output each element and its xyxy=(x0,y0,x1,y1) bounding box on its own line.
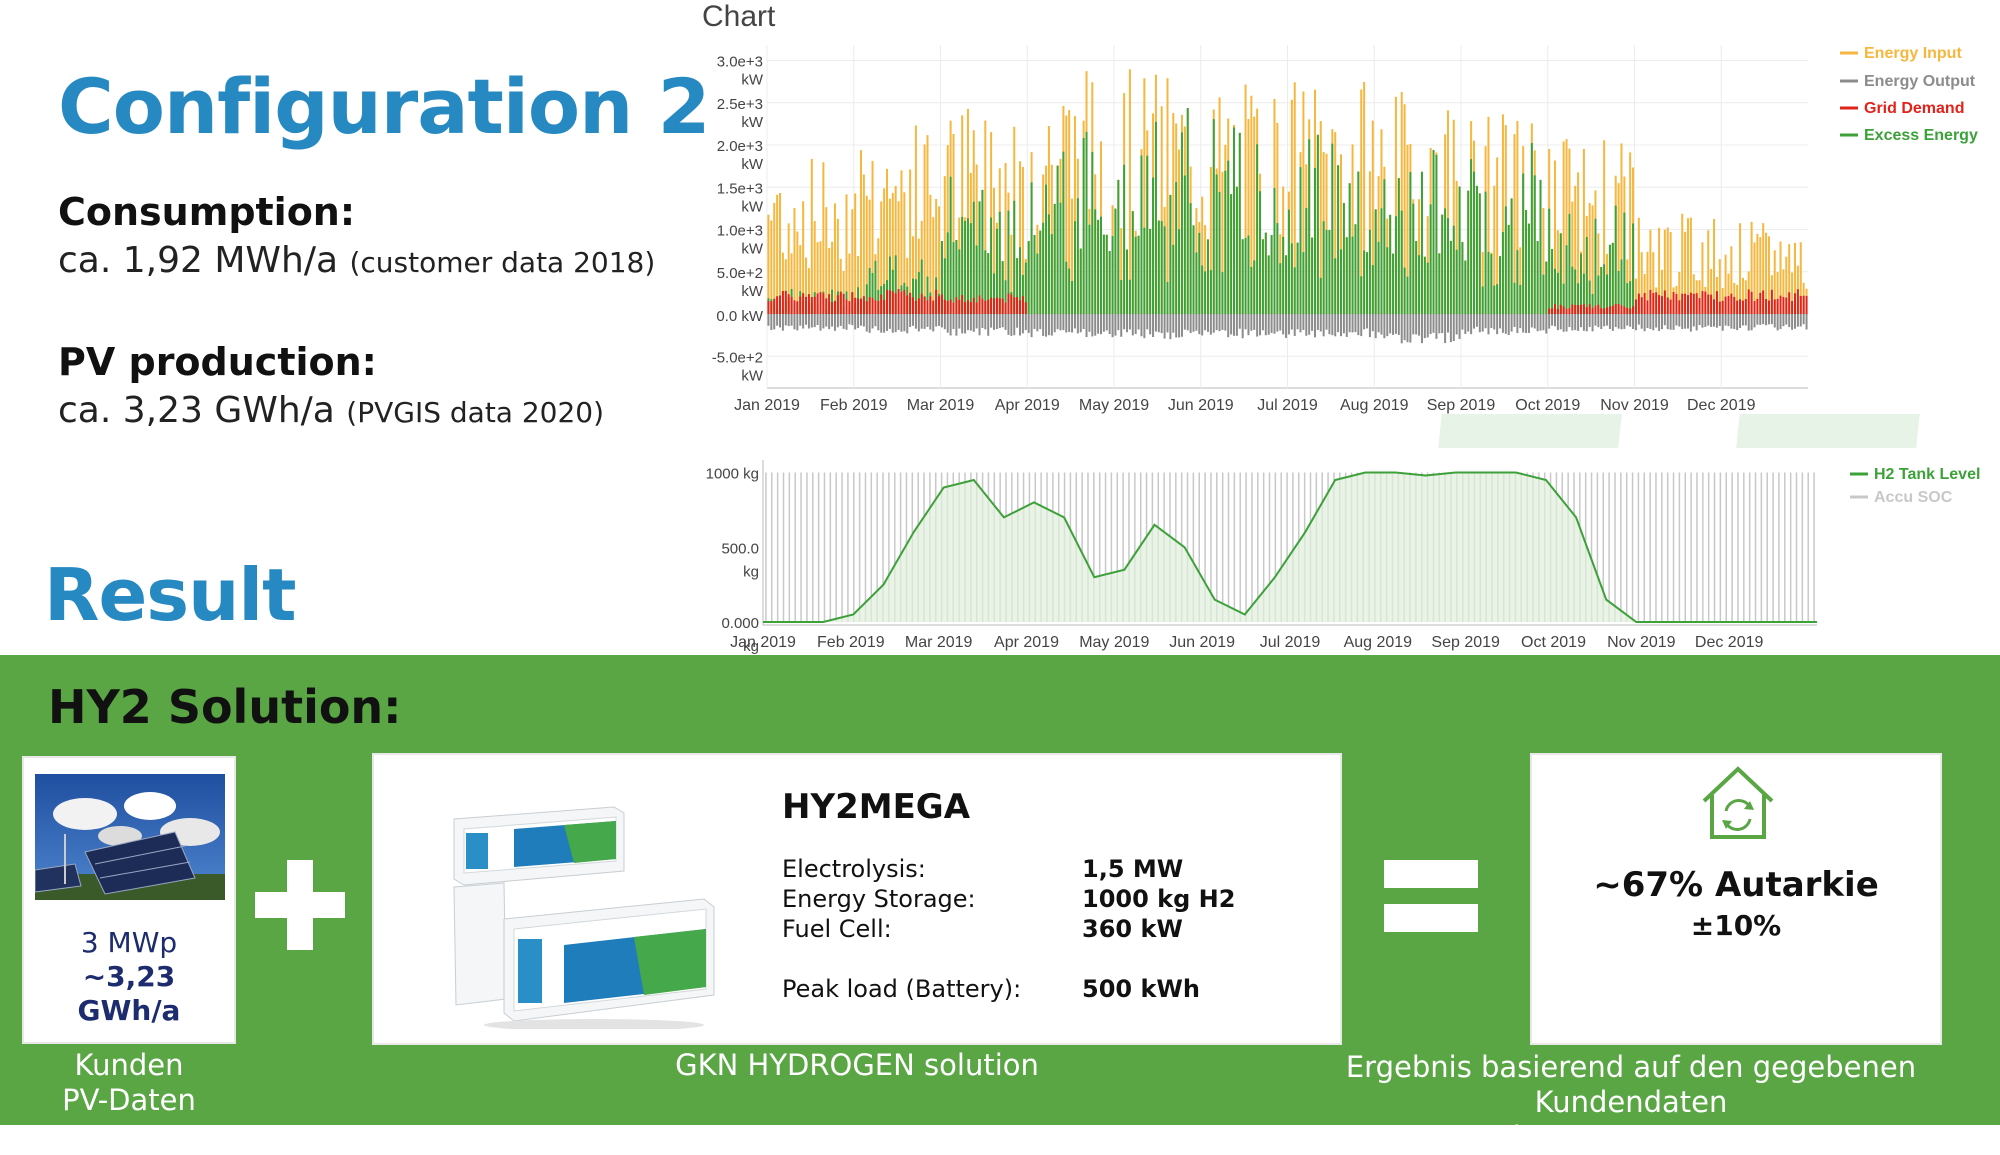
x-tick-label: Jun 2019 xyxy=(1169,634,1235,651)
y-tick-label: 1.0e+3 xyxy=(717,223,763,240)
y-tick-label: 500.0 xyxy=(721,540,759,557)
y-tick-unit: kW xyxy=(741,156,764,173)
x-tick-label: Sep 2019 xyxy=(1427,397,1496,414)
x-tick-label: Jun 2019 xyxy=(1168,397,1234,414)
plus-icon xyxy=(255,860,345,950)
spec-label-storage: Energy Storage: xyxy=(782,885,976,913)
spec-value-storage: 1000 kg H2 xyxy=(1082,885,1236,913)
legend-label: Energy Output xyxy=(1864,73,1976,90)
equals-icon xyxy=(1384,860,1478,932)
x-tick-label: Mar 2019 xyxy=(905,634,973,651)
hydrogen-container-image xyxy=(453,806,715,1029)
y-tick-unit: kW xyxy=(741,114,764,131)
spec-value-electrolysis: 1,5 MW xyxy=(1082,855,1184,883)
x-tick-label: Jan 2019 xyxy=(730,634,796,651)
tank-chart: 1000 kg500.0kg0.000kgJan 2019 Feb 2019 Mar… xyxy=(706,460,1980,655)
x-tick-label: Apr 2019 xyxy=(995,397,1060,414)
x-tick-label: Dec 2019 xyxy=(1695,634,1764,651)
product-name: HY2MEGA xyxy=(782,787,971,827)
home-cycle-icon xyxy=(1702,766,1774,839)
spec-label-fuel-cell: Fuel Cell: xyxy=(782,915,892,943)
y-tick-unit: kW xyxy=(741,283,764,300)
solar-panel-photo xyxy=(35,774,225,900)
y-tick-label: 1000 kg xyxy=(706,466,759,483)
x-tick-label: Feb 2019 xyxy=(820,397,888,414)
pv-yield-unit: GWh/a xyxy=(77,994,181,1027)
result-box: ~67% Autarkie ±10% xyxy=(1530,753,1942,1045)
spec-value-fuel-cell: 360 kW xyxy=(1082,915,1183,943)
energy-chart: 3.0e+3kW2.5e+3kW2.0e+3kW1.5e+3kW1.0e+3kW… xyxy=(712,45,1978,414)
pv-caption-line2: PV-Daten xyxy=(62,1083,196,1117)
x-tick-label: Jul 2019 xyxy=(1260,634,1321,651)
x-tick-label: Aug 2019 xyxy=(1340,397,1409,414)
y-tick-unit: kW xyxy=(741,367,764,384)
x-tick-label: May 2019 xyxy=(1079,634,1149,651)
legend-label: Energy Input xyxy=(1864,45,1962,62)
result-caption-line1: Ergebnis basierend auf den gegebenen Kun… xyxy=(1345,1050,1917,1119)
y-tick-label: 0.000 xyxy=(721,615,759,632)
spec-label-electrolysis: Electrolysis: xyxy=(782,855,926,883)
y-tick-label: 5.0e+2 xyxy=(717,265,763,282)
x-tick-label: Feb 2019 xyxy=(817,634,885,651)
product-caption: GKN HYDROGEN solution xyxy=(675,1048,1039,1082)
y-tick-label: 3.0e+3 xyxy=(717,54,763,71)
x-tick-label: May 2019 xyxy=(1079,397,1149,414)
pv-box: 3 MWp ~3,23 GWh/a xyxy=(22,756,236,1044)
x-tick-label: Apr 2019 xyxy=(994,634,1059,651)
solution-title: HY2 Solution: xyxy=(48,680,402,734)
product-box: HY2MEGA Electrolysis: 1,5 MW Energy Stor… xyxy=(372,753,1342,1045)
x-tick-label: Jul 2019 xyxy=(1257,397,1318,414)
x-tick-label: Oct 2019 xyxy=(1515,397,1580,414)
decorative-stripe xyxy=(1438,414,1622,448)
x-tick-label: Nov 2019 xyxy=(1607,634,1676,651)
autarky-value: ~67% Autarkie xyxy=(1593,865,1879,905)
y-tick-unit: kg xyxy=(743,563,759,580)
y-tick-label: 0.0 kW xyxy=(716,308,764,325)
x-tick-label: Nov 2019 xyxy=(1600,397,1669,414)
x-tick-label: Mar 2019 xyxy=(907,397,975,414)
y-tick-label: 1.5e+3 xyxy=(717,180,763,197)
x-tick-label: Dec 2019 xyxy=(1687,397,1756,414)
x-tick-label: Aug 2019 xyxy=(1344,634,1413,651)
legend-label: Accu SOC xyxy=(1874,489,1953,506)
decorative-stripe xyxy=(1736,414,1920,448)
y-tick-label: 2.5e+3 xyxy=(717,96,763,113)
h2-tank-area xyxy=(763,472,1817,622)
y-tick-label: -5.0e+2 xyxy=(712,349,763,366)
x-tick-label: Sep 2019 xyxy=(1431,634,1500,651)
x-tick-label: Jan 2019 xyxy=(734,397,800,414)
pv-yield: ~3,23 xyxy=(82,960,176,993)
legend-label: Excess Energy xyxy=(1864,127,1978,144)
y-tick-unit: kW xyxy=(741,198,764,215)
legend-label: Grid Demand xyxy=(1864,100,1964,117)
spec-value-battery: 500 kWh xyxy=(1082,975,1200,1003)
legend-label: H2 Tank Level xyxy=(1874,466,1980,483)
autarky-tolerance: ±10% xyxy=(1690,909,1782,942)
y-tick-unit: kW xyxy=(741,241,764,258)
pv-caption: Kunden PV-Daten xyxy=(22,1048,236,1118)
result-caption: Ergebnis basierend auf den gegebenen Kun… xyxy=(1262,1050,2000,1155)
y-tick-label: 2.0e+3 xyxy=(717,138,763,155)
x-tick-label: Oct 2019 xyxy=(1521,634,1586,651)
result-caption-line2: und PVGIS 2020 Daten xyxy=(1465,1120,1797,1154)
y-tick-unit: kW xyxy=(741,72,764,89)
pv-capacity: 3 MWp xyxy=(80,926,178,959)
spec-label-battery: Peak load (Battery): xyxy=(782,975,1022,1003)
pv-caption-line1: Kunden xyxy=(74,1048,184,1082)
